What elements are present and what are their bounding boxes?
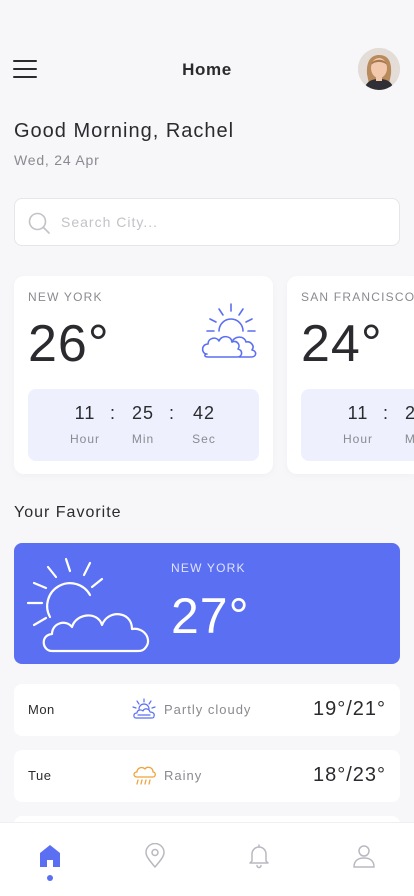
sun-cloud-icon (201, 303, 257, 358)
app-header: Home (0, 48, 414, 92)
local-time-box: 11 Hour : 25 Min : 42 Sec (28, 389, 259, 461)
home-icon (40, 845, 60, 867)
sec-label: Sec (192, 432, 216, 446)
forecast-day: Mon (28, 702, 55, 717)
city-name: NEW YORK (28, 290, 103, 304)
partly-cloudy-icon (132, 698, 156, 719)
avatar[interactable] (358, 48, 400, 90)
time-separator: : (383, 403, 389, 423)
user-icon (353, 845, 375, 868)
forecast-row[interactable]: Tue Rainy 18°/23° (14, 750, 400, 802)
min-column: 25 Min (121, 403, 165, 446)
nav-location[interactable] (139, 843, 171, 883)
hour-value: 11 (74, 403, 96, 423)
hour-column: 11 Hour (63, 403, 107, 446)
nav-notifications[interactable] (243, 843, 275, 883)
forecast-temp-range: 18°/23° (312, 764, 386, 786)
city-card-san-francisco[interactable]: SAN FRANCISCO 24° 11 Hour : 25 Min (287, 276, 414, 474)
rainy-icon (133, 766, 156, 785)
greeting-text: Good Morning, Rachel (14, 120, 235, 142)
sec-column: 42 Sec (182, 403, 226, 446)
nav-profile[interactable] (348, 843, 380, 883)
hour-label: Hour (69, 432, 100, 446)
favorite-card[interactable]: NEW YORK 27° (14, 543, 400, 664)
city-temperature: 26° (28, 315, 110, 373)
sun-cloud-icon (26, 557, 150, 653)
search-bar[interactable] (14, 198, 400, 246)
favorite-temperature: 27° (171, 588, 250, 644)
min-value: 25 (404, 403, 414, 423)
city-temperature: 24° (301, 315, 383, 373)
forecast-day: Tue (28, 768, 52, 783)
hour-column: 11 Hour (336, 403, 380, 446)
bottom-nav (0, 822, 414, 896)
favorite-city-name: NEW YORK (171, 561, 246, 575)
sec-value: 42 (192, 403, 216, 423)
favorite-section-title: Your Favorite (14, 504, 122, 521)
date-text: Wed, 24 Apr (14, 152, 100, 168)
search-icon (28, 212, 50, 234)
city-card-new-york[interactable]: NEW YORK 26° 11 Hour : 25 Min : 42 Sec (14, 276, 273, 474)
forecast-row[interactable]: Mon Partly cloudy 19°/21° (14, 684, 400, 736)
forecast-condition: Rainy (164, 768, 203, 783)
time-separator: : (169, 403, 175, 423)
hour-value: 11 (347, 403, 369, 423)
page-title: Home (182, 60, 232, 79)
hour-label: Hour (342, 432, 373, 446)
nav-home[interactable] (34, 843, 66, 883)
forecast-temp-range: 19°/21° (312, 698, 386, 720)
local-time-box: 11 Hour : 25 Min (301, 389, 414, 461)
location-pin-icon (145, 843, 165, 868)
min-value: 25 (131, 403, 155, 423)
min-label: Min (404, 432, 414, 446)
bell-icon (249, 844, 269, 869)
time-separator: : (110, 403, 116, 423)
min-column: 25 Min (394, 403, 414, 446)
min-label: Min (131, 432, 155, 446)
city-name: SAN FRANCISCO (301, 290, 414, 304)
active-indicator (47, 875, 53, 881)
forecast-condition: Partly cloudy (164, 702, 252, 717)
search-input[interactable] (61, 199, 381, 245)
